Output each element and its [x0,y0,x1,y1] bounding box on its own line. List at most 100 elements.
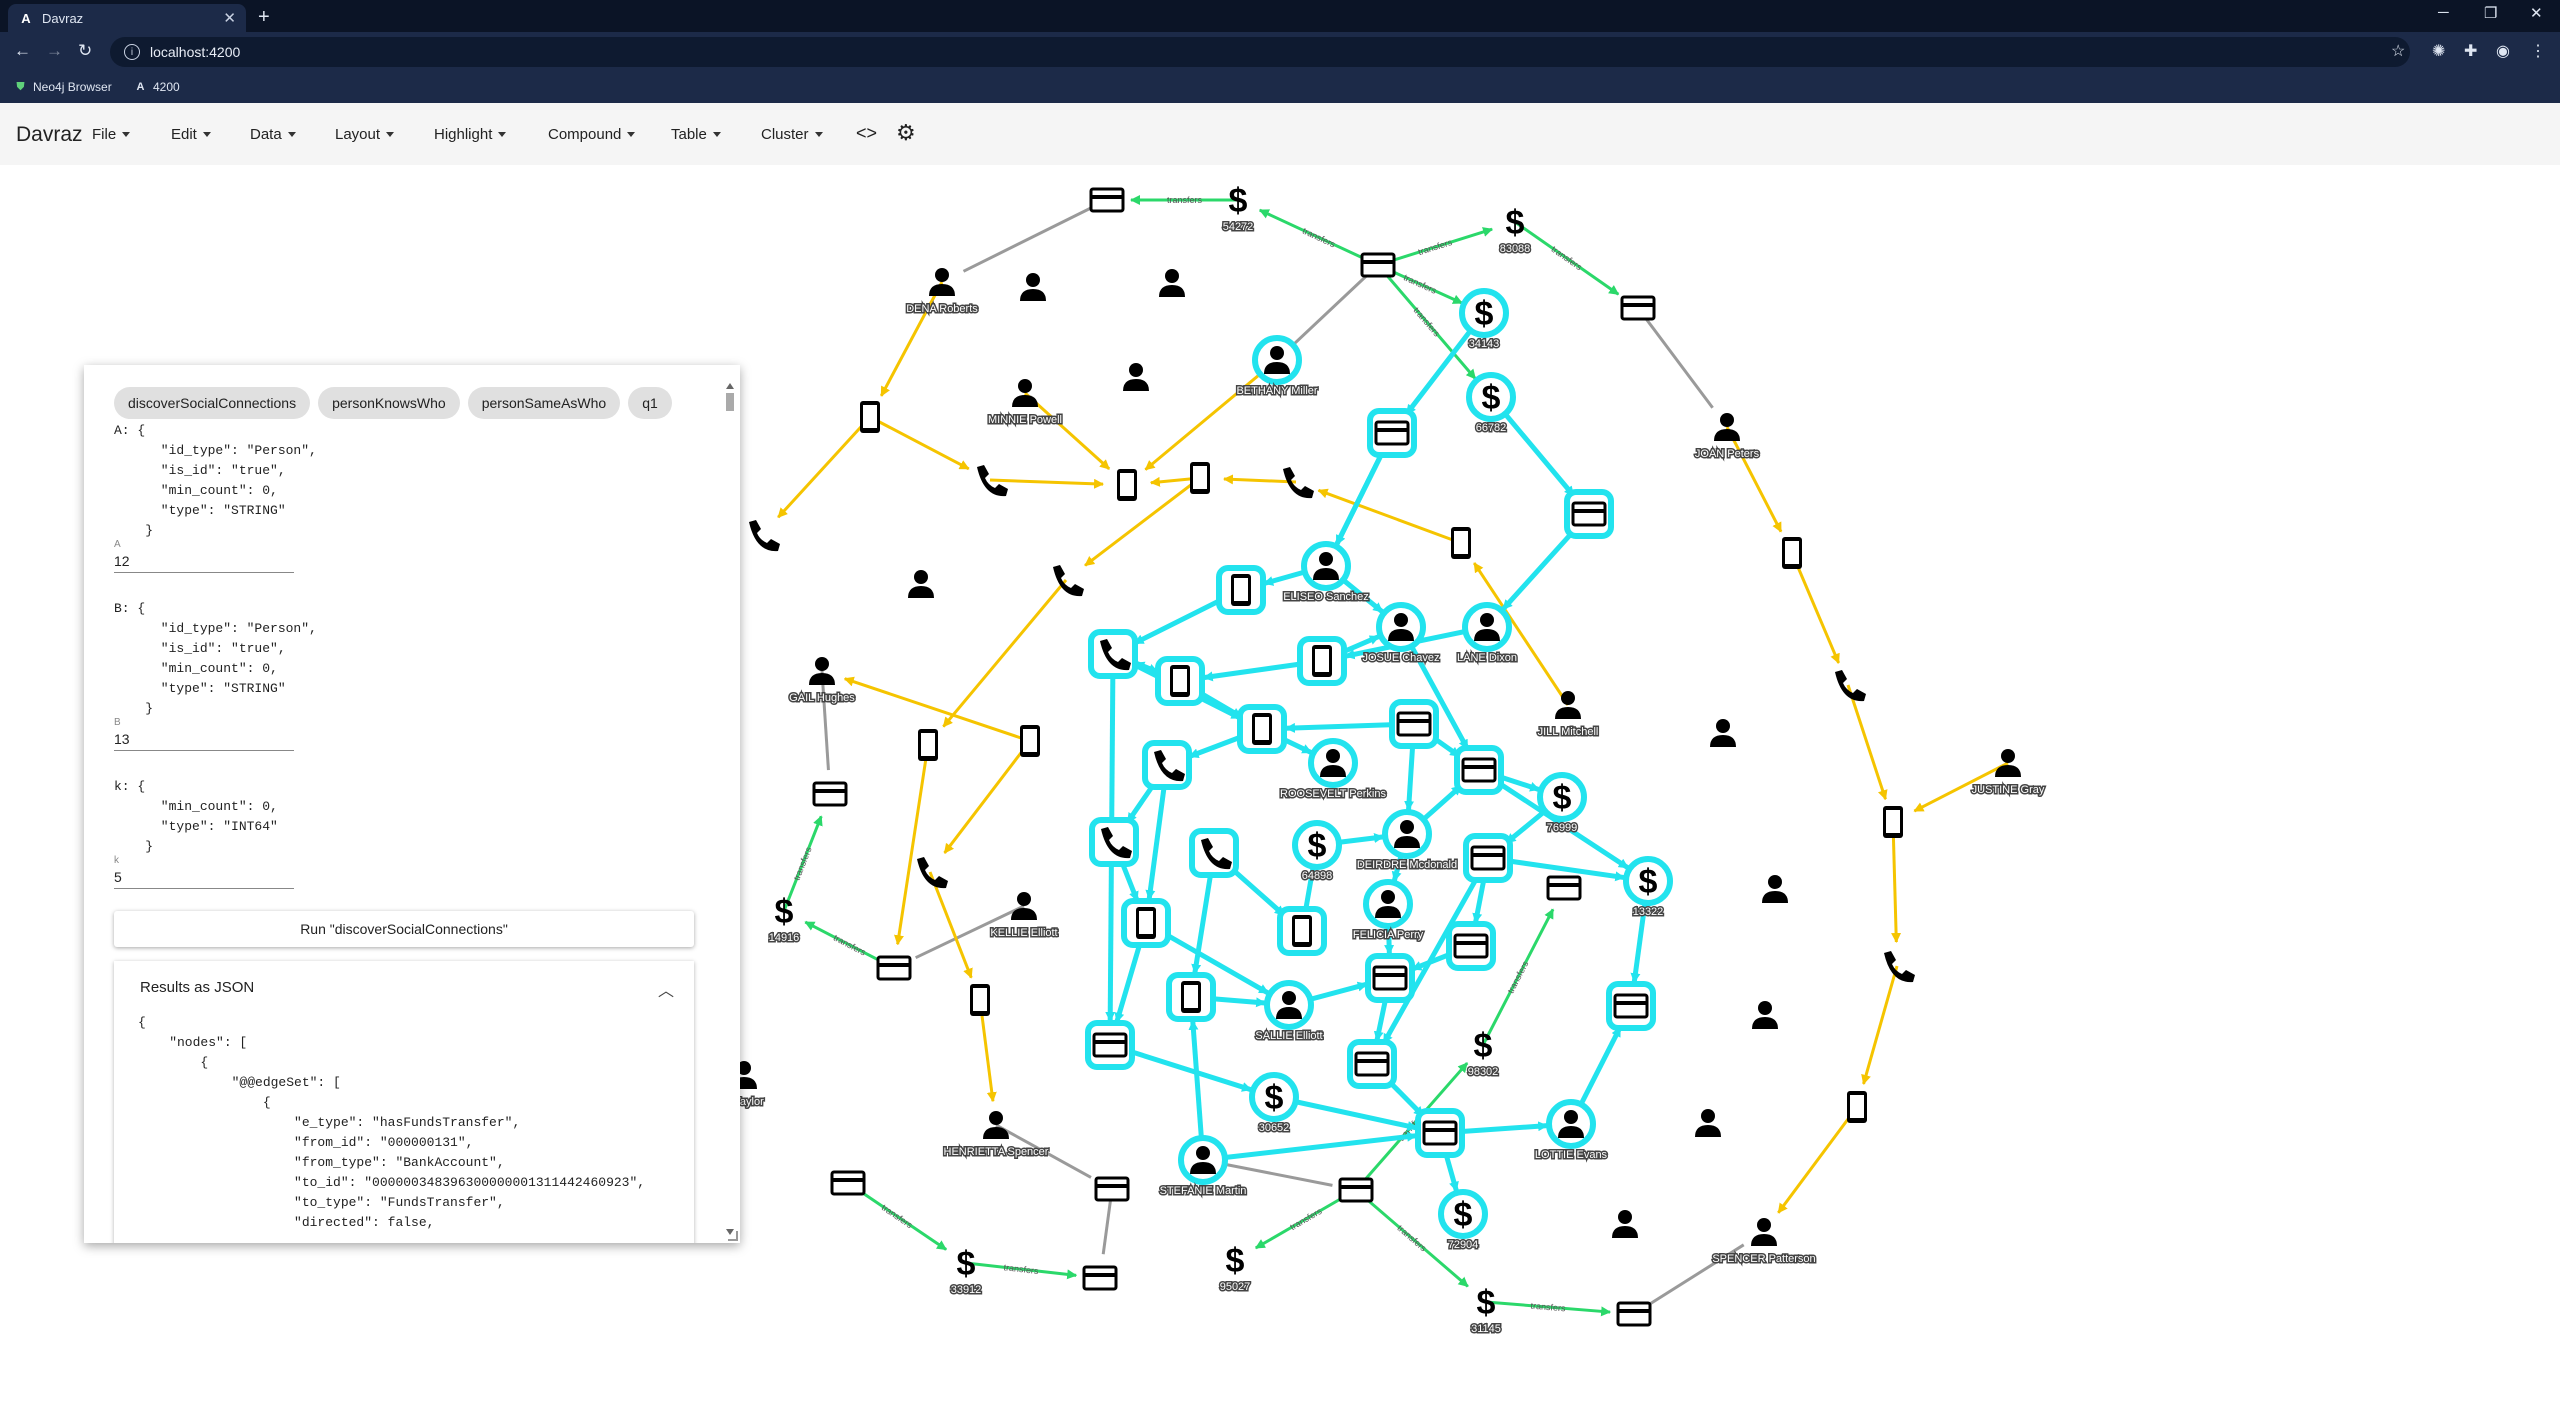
graph-node-person[interactable]: KELLIE Elliott [989,892,1059,941]
menu-cluster[interactable]: Cluster [761,126,823,143]
graph-edge[interactable] [928,871,973,979]
graph-node-money[interactable]: $13322 [1623,856,1673,920]
graph-node-card[interactable] [1360,252,1396,278]
graph-node-person[interactable] [1612,1210,1638,1238]
graph-node-person[interactable]: LOTTIE Evans [1533,1099,1609,1163]
graph-node-mobile[interactable] [1883,806,1903,838]
graph-node-person[interactable] [1762,875,1788,903]
graph-edge[interactable] [1777,1106,1859,1214]
scroll-thumb[interactable] [726,393,734,411]
graph-node-card[interactable] [1082,1265,1118,1291]
graph-node-card[interactable] [1620,295,1656,321]
graph-node-card[interactable] [876,955,912,981]
graph-node-person[interactable]: JILL Mitchell [1536,691,1600,740]
graph-node-card[interactable] [1089,187,1125,213]
extension-icon[interactable]: ✺ [2432,41,2445,61]
graph-edge[interactable] [869,415,970,471]
graph-node-money[interactable]: $31145 [1470,1284,1503,1337]
graph-node-mobile[interactable] [1451,527,1471,559]
graph-node-card[interactable] [1454,745,1504,795]
graph-edge[interactable] [820,670,830,771]
graph-node-mobile[interactable] [1277,906,1327,956]
graph-node-card[interactable] [1546,875,1582,901]
graph-node-person[interactable]: DEIRDRE Mcdonald [1355,809,1459,873]
run-query-button[interactable]: Run "discoverSocialConnections" [114,911,694,947]
param-k-input[interactable]: 5 [114,869,294,889]
graph-node-money[interactable]: $76999 [1537,772,1587,836]
param-a-input[interactable]: 12 [114,553,294,573]
star-icon[interactable]: ☆ [2391,41,2405,61]
menu-highlight[interactable]: Highlight [434,126,507,143]
info-icon[interactable]: i [124,44,140,60]
chip-discover-social-connections[interactable]: discoverSocialConnections [114,387,311,419]
graph-edge[interactable] [1861,965,1899,1085]
menu-compound[interactable]: Compound [548,126,636,143]
puzzle-icon[interactable]: ✚ [2464,41,2477,61]
graph-node-card[interactable] [1463,833,1513,883]
graph-node-phone[interactable] [1088,629,1138,679]
chip-q1[interactable]: q1 [628,387,672,419]
graph-node-person[interactable]: STEFANIE Martin [1158,1135,1248,1199]
graph-node-phone[interactable] [1835,670,1866,702]
graph-node-mobile[interactable] [1297,636,1347,686]
graph-edge[interactable] [962,198,1108,273]
scroll-up-icon[interactable] [726,383,734,389]
graph-node-person[interactable]: GAIL Hughes [788,657,857,706]
chevron-up-icon[interactable]: ︿ [658,977,674,1001]
graph-node-person[interactable]: BETHANY Miller [1235,335,1319,399]
graph-edge[interactable] [777,415,872,519]
graph-node-mobile[interactable] [918,729,938,761]
graph-node-card[interactable] [1365,953,1415,1003]
graph-edge[interactable] [1891,821,1902,944]
graph-node-card[interactable] [1338,1177,1374,1203]
graph-node-phone[interactable] [1089,817,1139,867]
code-icon[interactable]: <> [856,123,877,144]
graph-node-person[interactable]: LANE Dixon [1456,602,1518,666]
graph-node-money[interactable]: $66782 [1466,372,1516,436]
minimize-icon[interactable]: ─ [2438,4,2449,21]
chip-person-knows-who[interactable]: personKnowsWho [318,387,460,419]
graph-node-card[interactable] [1094,1176,1130,1202]
graph-node-person[interactable]: DENA Roberts [905,268,980,317]
graph-node-person[interactable] [1710,719,1736,747]
profile-icon[interactable]: ◉ [2496,41,2510,61]
graph-edge[interactable] [1222,474,1297,485]
graph-node-person[interactable]: SPENCER Patterson [1711,1218,1817,1267]
graph-node-card[interactable] [1415,1108,1465,1158]
graph-node-mobile[interactable] [1020,725,1040,757]
graph-edge[interactable] [1790,552,1841,664]
graph-edge[interactable] [989,478,1105,489]
menu-file[interactable]: File [92,126,131,143]
graph-node-card[interactable] [812,781,848,807]
graph-node-money[interactable]: $30652 [1249,1072,1299,1136]
graph-node-mobile[interactable] [1155,656,1205,706]
graph-node-mobile[interactable] [860,401,880,433]
graph-node-card[interactable] [1606,981,1656,1031]
back-icon[interactable]: ← [14,41,31,61]
graph-edge[interactable] [943,740,1032,854]
graph-node-money[interactable]: $72904 [1438,1189,1488,1253]
graph-node-phone[interactable] [917,857,948,889]
gear-icon[interactable]: ⚙ [896,120,916,146]
bookmark-4200[interactable]: A 4200 [134,80,180,94]
reload-icon[interactable]: ↻ [78,41,92,61]
graph-edge[interactable] [942,579,1068,728]
graph-edge[interactable] [1144,358,1278,471]
graph-node-mobile[interactable] [1237,704,1287,754]
menu-layout[interactable]: Layout [335,126,395,143]
graph-edge[interactable] [894,744,930,946]
restore-icon[interactable]: ❐ [2484,4,2497,22]
graph-node-phone[interactable] [749,520,780,552]
graph-node-card[interactable] [1564,489,1614,539]
graph-node-card[interactable] [1347,1039,1397,1089]
address-bar[interactable]: i localhost:4200 [110,37,2410,67]
panel-scrollbar[interactable] [724,383,736,1235]
graph-node-mobile[interactable] [1216,565,1266,615]
graph-node-mobile[interactable] [1117,469,1137,501]
graph-node-person[interactable] [1695,1109,1721,1137]
graph-edge[interactable] [1725,426,1783,533]
menu-data[interactable]: Data [250,126,296,143]
graph-node-phone[interactable] [1884,951,1915,983]
graph-node-money[interactable]: $34143 [1459,288,1509,352]
graph-node-card[interactable] [830,1170,866,1196]
